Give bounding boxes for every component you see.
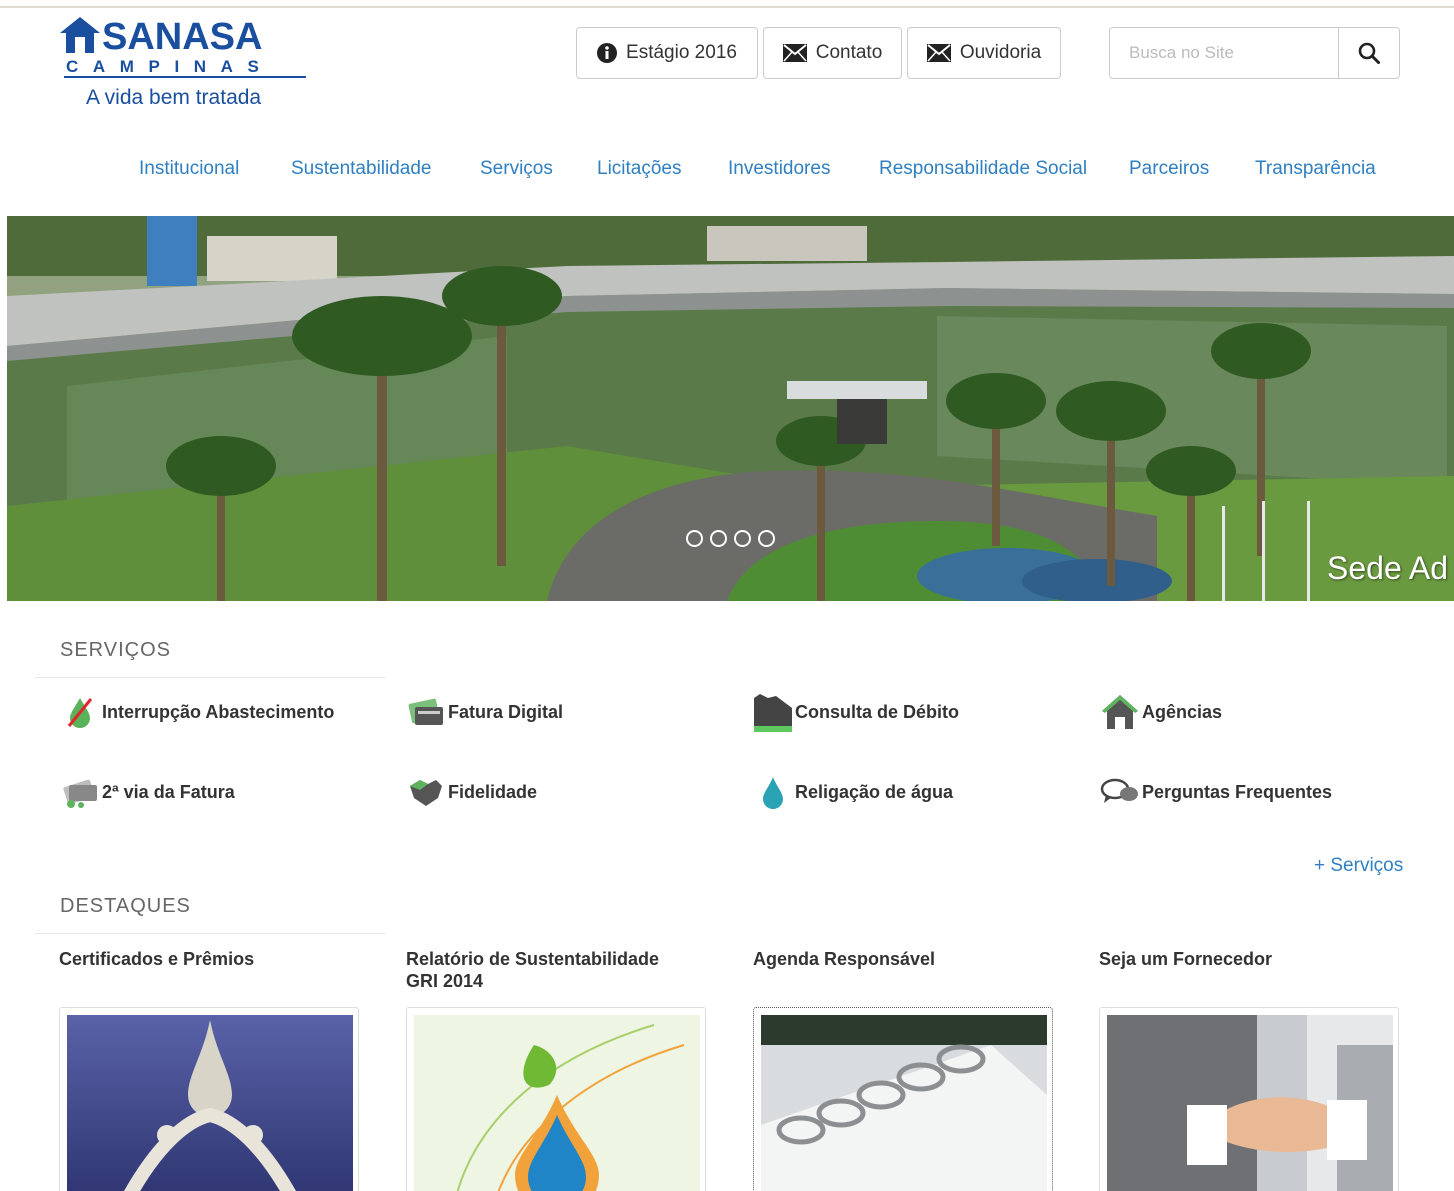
chat-bubbles-icon [1100, 772, 1140, 812]
logo-tagline: A vida bem tratada [86, 86, 262, 109]
site-search [1109, 27, 1400, 79]
carousel-dot-3[interactable] [734, 530, 751, 547]
service-perguntas-frequentes[interactable]: Perguntas Frequentes [1100, 772, 1332, 812]
service-label: Fatura Digital [448, 701, 564, 722]
highlight-card-agenda[interactable] [753, 1007, 1053, 1191]
relatorio-image [414, 1015, 700, 1191]
carousel-dots [686, 530, 775, 547]
digital-bill-icon [406, 692, 446, 732]
house-icon [1100, 692, 1140, 732]
estagio-button[interactable]: Estágio 2016 [576, 27, 758, 79]
sanasa-logo[interactable]: SANASA CAMPINAS A vida bem tratada [60, 14, 310, 114]
nav-item-institucional[interactable]: Institucional [139, 158, 239, 180]
certificados-image [67, 1015, 353, 1191]
service-consulta-debito[interactable]: Consulta de Débito [753, 692, 959, 732]
logo-divider [64, 76, 306, 78]
servicos-section-title: SERVIÇOS [60, 639, 171, 661]
highlight-card-fornecedor[interactable] [1099, 1007, 1399, 1191]
service-segunda-via-fatura[interactable]: 2ª via da Fatura [60, 772, 235, 812]
service-label: Consulta de Débito [795, 701, 960, 722]
hero-caption: Sede Ad [1327, 550, 1448, 586]
bill-copy-icon [60, 772, 100, 812]
search-input[interactable] [1110, 28, 1340, 78]
service-religacao-agua[interactable]: Religação de água [753, 772, 953, 812]
nav-item-sustentabilidade[interactable]: Sustentabilidade [291, 158, 432, 180]
ouvidoria-label: Ouvidoria [959, 42, 1042, 63]
service-fatura-digital[interactable]: Fatura Digital [406, 692, 563, 732]
nav-item-licitacoes[interactable]: Licitações [597, 158, 682, 180]
highlight-title[interactable]: Agenda Responsável [753, 948, 1053, 970]
agenda-image [761, 1015, 1047, 1191]
top-border-line [0, 6, 1454, 8]
nav-item-parceiros[interactable]: Parceiros [1129, 158, 1209, 180]
highlight-card-certificados[interactable] [59, 1007, 359, 1191]
debt-query-icon [753, 692, 793, 732]
service-agencias[interactable]: Agências [1100, 692, 1222, 732]
highlight-card-relatorio[interactable] [406, 1007, 706, 1191]
service-interrupcao-abastecimento[interactable]: Interrupção Abastecimento [60, 692, 334, 732]
logo-wordmark: SANASA [60, 16, 262, 59]
service-label: Religação de água [795, 781, 954, 802]
service-fidelidade[interactable]: Fidelidade [406, 772, 537, 812]
more-services-link[interactable]: + Serviços [1314, 855, 1403, 877]
house-logo-icon [60, 17, 100, 53]
fornecedor-image [1107, 1015, 1393, 1191]
service-label: Interrupção Abastecimento [102, 701, 335, 722]
handshake-icon [406, 772, 446, 812]
contato-label: Contato [815, 42, 883, 63]
logo-name: SANASA [102, 16, 263, 58]
envelope-icon [926, 44, 951, 62]
ouvidoria-button[interactable]: Ouvidoria [907, 27, 1061, 79]
nav-item-investidores[interactable]: Investidores [728, 158, 830, 180]
highlight-title[interactable]: Seja um Fornecedor [1099, 948, 1399, 970]
contato-button[interactable]: Contato [763, 27, 902, 79]
main-nav: Institucional Sustentabilidade Serviços … [0, 158, 1454, 186]
service-label: Perguntas Frequentes [1142, 781, 1333, 802]
envelope-icon [782, 44, 807, 62]
service-label: Fidelidade [448, 781, 538, 802]
water-drop-icon [753, 772, 793, 812]
estagio-label: Estágio 2016 [626, 42, 737, 63]
no-water-icon [60, 692, 100, 732]
nav-item-transparencia[interactable]: Transparência [1255, 158, 1376, 180]
hero-carousel[interactable]: Sede Ad [7, 216, 1454, 601]
destaques-section-title: DESTAQUES [60, 895, 191, 917]
carousel-dot-4[interactable] [758, 530, 775, 547]
service-label: 2ª via da Fatura [102, 781, 235, 802]
highlight-title[interactable]: Relatório de Sustentabilidade GRI 2014 [406, 948, 686, 992]
carousel-dot-1[interactable] [686, 530, 703, 547]
info-icon [597, 43, 618, 63]
highlight-title[interactable]: Certificados e Prêmios [59, 948, 359, 970]
search-icon [1358, 42, 1380, 64]
nav-item-responsabilidade-social[interactable]: Responsabilidade Social [879, 158, 1087, 180]
service-label: Agências [1142, 701, 1223, 722]
nav-item-servicos[interactable]: Serviços [480, 158, 553, 180]
logo-subtitle: CAMPINAS [66, 57, 274, 76]
carousel-dot-2[interactable] [710, 530, 727, 547]
search-button[interactable] [1338, 28, 1399, 78]
destaques-divider [35, 933, 385, 934]
servicos-divider [35, 677, 385, 678]
